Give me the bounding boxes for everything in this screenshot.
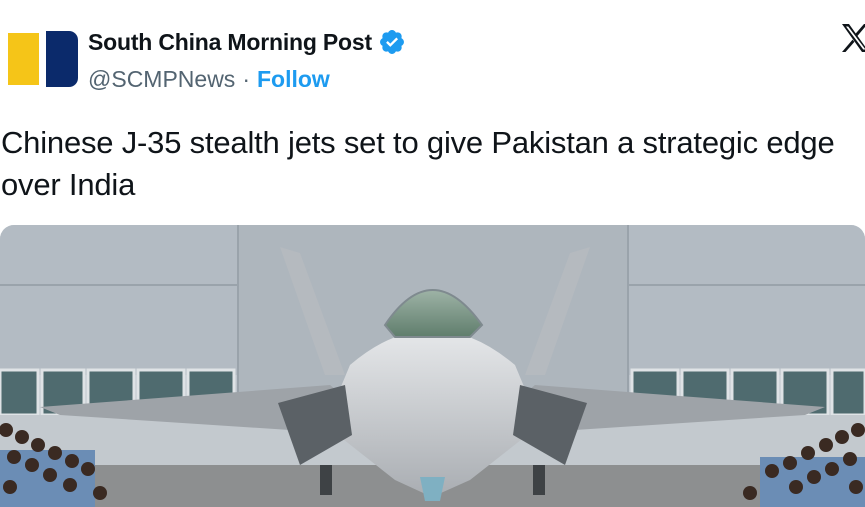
account-handle[interactable]: @SCMPNews	[88, 66, 235, 93]
scmp-logo-avatar[interactable]	[8, 31, 78, 87]
separator-dot: ·	[242, 65, 250, 92]
x-logo-icon[interactable]	[840, 22, 865, 54]
jet-photo	[0, 225, 865, 507]
verified-badge-icon	[379, 30, 404, 54]
logo-yellow-block	[8, 33, 39, 85]
tweet-text: Chinese J-35 stealth jets set to give Pa…	[1, 125, 835, 202]
display-name[interactable]: South China Morning Post	[88, 29, 372, 56]
tweet-card: South China Morning Post @SCMPNews · Fol…	[0, 0, 865, 507]
follow-button[interactable]: Follow	[257, 66, 330, 93]
name-row: South China Morning Post	[88, 27, 406, 57]
logo-navy-block	[46, 31, 78, 87]
handle-row: @SCMPNews · Follow	[88, 64, 330, 94]
tweet-media-photo[interactable]	[0, 225, 865, 507]
